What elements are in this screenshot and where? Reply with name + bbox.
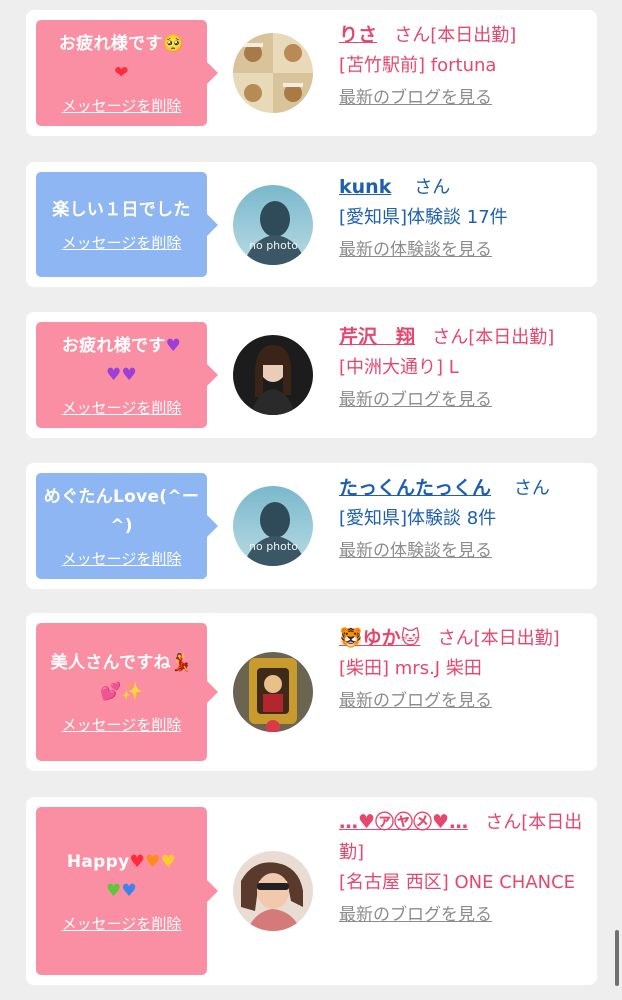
purple-heart-emoji: ♥ — [165, 336, 182, 356]
profile-name-link[interactable]: 芹沢 翔 — [339, 326, 415, 348]
no-photo-avatar[interactable]: no photo — [233, 486, 313, 566]
message-text: Happy♥♥♥ ♥♥ — [66, 852, 177, 901]
profile-info: 🐯ゆか🐱 さん[本日出勤] [柴田] mrs.J 柴田 最新のブログを見る — [339, 623, 591, 716]
purple-heart-emoji: ♥♥ — [105, 365, 138, 385]
avatar[interactable] — [233, 652, 313, 732]
avatar[interactable] — [233, 851, 313, 931]
message-card: お疲れ様です♥ ♥♥ メッセージを削除 芹沢 翔 さん[本日出勤] [中洲大通り]… — [26, 312, 597, 438]
message-card: Happy♥♥♥ ♥♥ メッセージを削除 …♥㋐㋳㋱♥… さん[本日出勤] [名古… — [26, 797, 597, 985]
no-photo-label: no photo — [249, 540, 298, 553]
no-photo-avatar[interactable]: no photo — [233, 185, 313, 265]
profile-info: …♥㋐㋳㋱♥… さん[本日出勤] [名古屋 西区] ONE CHANCE 最新の… — [339, 807, 591, 930]
shop-info: [苫竹駅前] fortuna — [339, 55, 497, 76]
latest-review-link[interactable]: 最新の体験談を見る — [339, 536, 591, 566]
shop-info: [柴田] mrs.J 柴田 — [339, 658, 482, 679]
profile-name-link[interactable]: …♥㋐㋳㋱♥… — [339, 811, 468, 833]
shop-info: [中洲大通り] L — [339, 357, 459, 378]
message-bubble: 楽しい１日でした メッセージを削除 — [36, 172, 218, 277]
latest-blog-link[interactable]: 最新のブログを見る — [339, 686, 591, 716]
profile-info: 芹沢 翔 さん[本日出勤] [中洲大通り] L 最新のブログを見る — [339, 322, 591, 415]
profile-info: りさ さん[本日出勤] [苫竹駅前] fortuna 最新のブログを見る — [339, 20, 591, 113]
sparkles-emoji: ✨ — [121, 682, 143, 702]
heart-emoji: ❤ — [114, 63, 129, 83]
no-photo-label: no photo — [249, 239, 298, 252]
san-label: さん — [513, 478, 550, 499]
message-text: お疲れ様です🥺 ❤ — [58, 34, 185, 83]
review-info: [愛知県]体験談 17件 — [339, 207, 508, 228]
avatar[interactable] — [233, 335, 313, 415]
message-bubble: Happy♥♥♥ ♥♥ メッセージを削除 — [36, 807, 218, 975]
message-bubble: お疲れ様です🥺 ❤ メッセージを削除 — [36, 20, 218, 126]
san-label: さん[本日出勤] — [437, 628, 560, 649]
message-text: めぐたんLove(^ー^) — [43, 487, 200, 536]
latest-blog-link[interactable]: 最新のブログを見る — [339, 83, 591, 113]
san-label: さん[本日出勤] — [394, 25, 517, 46]
message-card: めぐたんLove(^ー^) メッセージを削除 no photo たっくんたっくん… — [26, 463, 597, 589]
delete-message-link[interactable]: メッセージを削除 — [62, 914, 182, 934]
delete-message-link[interactable]: メッセージを削除 — [62, 398, 182, 418]
hearts-sparkles-emoji: 💕 — [100, 682, 122, 702]
shop-info: [名古屋 西区] ONE CHANCE — [339, 872, 576, 893]
green-heart-emoji: ♥ — [105, 881, 122, 901]
profile-name-link[interactable]: りさ — [339, 24, 377, 46]
message-card: お疲れ様です🥺 ❤ メッセージを削除 りさ さん[本日出勤] [苫竹駅前] for… — [26, 10, 597, 136]
profile-name-link[interactable]: kunk — [339, 176, 391, 198]
review-info: [愛知県]体験談 8件 — [339, 508, 497, 529]
red-heart-emoji: ♥ — [129, 852, 146, 872]
profile-name-link[interactable]: 🐯ゆか🐱 — [339, 627, 420, 649]
scrollbar[interactable] — [615, 930, 619, 986]
message-card: 楽しい１日でした メッセージを削除 no photo kunk さん [愛知県]… — [26, 162, 597, 287]
san-label: さん — [414, 177, 451, 198]
delete-message-link[interactable]: メッセージを削除 — [62, 715, 182, 735]
orange-heart-emoji: ♥ — [145, 852, 161, 872]
avatar[interactable] — [233, 33, 313, 113]
message-text: 美人さんですね💃 💕✨ — [50, 653, 193, 702]
latest-blog-link[interactable]: 最新のブログを見る — [339, 900, 591, 930]
message-bubble: お疲れ様です♥ ♥♥ メッセージを削除 — [36, 322, 218, 428]
delete-message-link[interactable]: メッセージを削除 — [62, 233, 182, 253]
profile-info: たっくんたっくん さん [愛知県]体験談 8件 最新の体験談を見る — [339, 473, 591, 566]
yellow-heart-emoji: ♥ — [160, 852, 177, 872]
message-text: 楽しい１日でした — [52, 200, 191, 220]
san-label: さん[本日出勤] — [432, 327, 555, 348]
profile-info: kunk さん [愛知県]体験談 17件 最新の体験談を見る — [339, 172, 591, 265]
latest-review-link[interactable]: 最新の体験談を見る — [339, 235, 591, 265]
latest-blog-link[interactable]: 最新のブログを見る — [339, 385, 591, 415]
profile-name-link[interactable]: たっくんたっくん — [339, 477, 491, 499]
message-bubble: めぐたんLove(^ー^) メッセージを削除 — [36, 473, 218, 579]
delete-message-link[interactable]: メッセージを削除 — [62, 549, 182, 569]
message-bubble: 美人さんですね💃 💕✨ メッセージを削除 — [36, 623, 218, 761]
message-card: 美人さんですね💃 💕✨ メッセージを削除 🐯ゆか🐱 さん[本日出勤] [柴田] m… — [26, 613, 597, 771]
delete-message-link[interactable]: メッセージを削除 — [62, 96, 182, 116]
blue-heart-emoji: ♥ — [121, 881, 138, 901]
message-text: お疲れ様です♥ ♥♥ — [61, 336, 182, 385]
